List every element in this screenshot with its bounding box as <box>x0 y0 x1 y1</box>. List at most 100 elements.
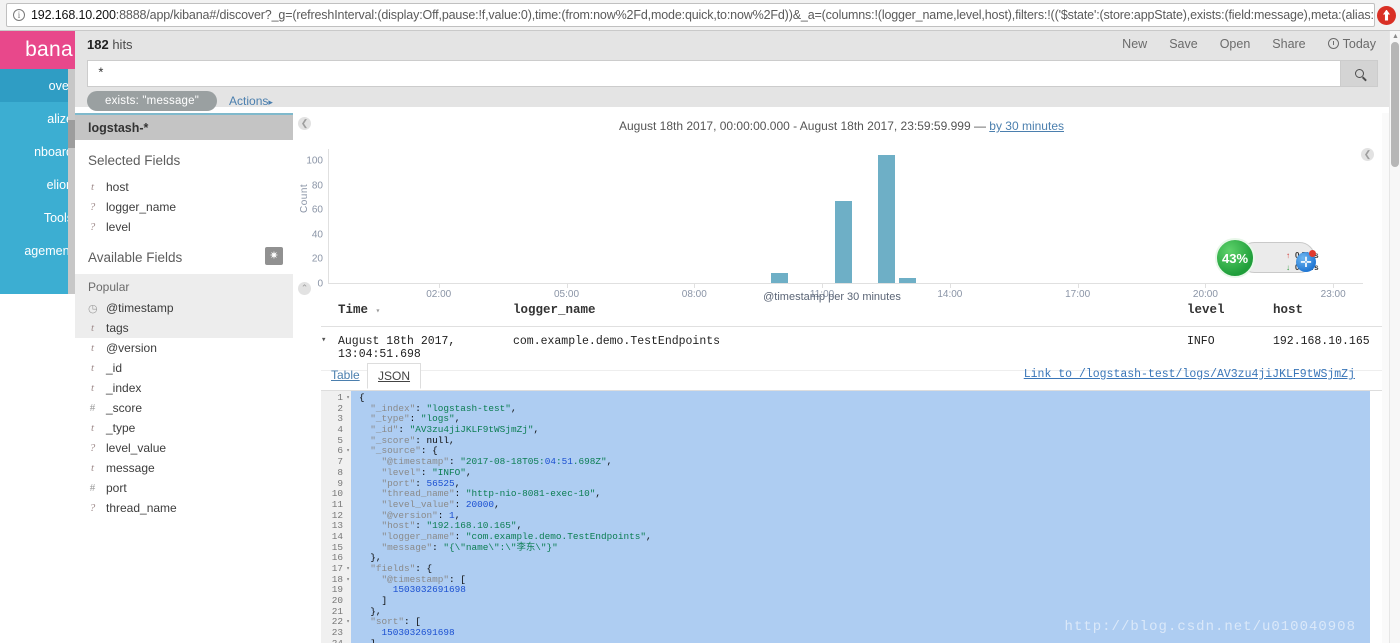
nav-scroll-track[interactable] <box>68 69 75 294</box>
filter-pill-exists-message[interactable]: exists: "message" <box>87 91 218 111</box>
json-viewer[interactable]: 1 ▾{2 "_index": "logstash-test", 3 "_type"… <box>321 391 1370 643</box>
hits-count: 182 <box>87 37 109 52</box>
json-line-number: 11 <box>331 498 343 510</box>
network-speed-widget[interactable]: ↑ 0.5K/s ↓ 0.2K/s ✛ 43% <box>1215 238 1319 278</box>
field-port[interactable]: # port <box>75 478 293 498</box>
site-info-icon[interactable]: i <box>13 9 25 21</box>
tab-json[interactable]: JSON <box>367 363 422 389</box>
field-id[interactable]: t _id <box>75 358 293 378</box>
results-table: Time ▾ logger_name level host ▾ August 1… <box>321 303 1385 371</box>
window-scroll-thumb[interactable] <box>1391 42 1399 167</box>
address-bar[interactable]: i 192.168.10.200:8888/app/kibana#/discov… <box>6 3 1375 27</box>
cpu-usage-ball[interactable]: 43% <box>1215 238 1255 278</box>
query-bar: * <box>87 60 1378 87</box>
field-tags[interactable]: t tags <box>75 318 293 338</box>
sidebar-item-dashboard[interactable]: nboard <box>0 135 75 168</box>
field-score[interactable]: # _score <box>75 398 293 418</box>
row-expand-toggle[interactable]: ▾ <box>321 335 338 361</box>
column-label: host <box>1273 303 1304 317</box>
url-host: 192.168.10.200 <box>31 8 116 22</box>
search-input[interactable]: * <box>87 60 1340 87</box>
chart-plot-area[interactable]: 0 20 40 60 80 100 02:00 05:00 08:00 11:00 14:00 17:… <box>306 149 1363 300</box>
query-zone: * exists: "message" Actions▸ <box>75 58 1390 111</box>
field-label: level_value <box>106 441 167 455</box>
field-host[interactable]: t host <box>75 177 293 197</box>
json-line-code: ] <box>351 638 376 643</box>
popular-label: Popular <box>88 280 130 294</box>
new-button[interactable]: New <box>1122 37 1147 51</box>
string-type-icon: t <box>90 181 95 193</box>
hits-counter: 182 hits <box>87 37 133 52</box>
field-label: @timestamp <box>106 301 174 315</box>
field-label: tags <box>106 321 129 335</box>
doc-permalink[interactable]: Link to /logstash-test/logs/AV3zu4jiJKLF… <box>1024 368 1355 381</box>
sidebar-item-label: agement <box>24 243 73 258</box>
histogram-bar[interactable] <box>877 155 895 283</box>
chart-interval-link[interactable]: by 30 minutes <box>989 119 1064 133</box>
histogram-bar[interactable] <box>899 278 917 283</box>
chart-range-text: August 18th 2017, 00:00:00.000 - August … <box>618 119 990 133</box>
scroll-up-icon[interactable]: ▲ <box>1391 32 1400 41</box>
unknown-type-icon: ? <box>89 502 96 514</box>
field-label: port <box>106 481 127 495</box>
content-scroll-track[interactable] <box>1382 113 1389 643</box>
field-label: level <box>106 220 131 234</box>
field-timestamp[interactable]: ◷ @timestamp <box>75 298 293 318</box>
browser-toolbar: i 192.168.10.200:8888/app/kibana#/discov… <box>0 0 1400 31</box>
gear-icon[interactable]: ✷ <box>265 247 283 265</box>
field-type[interactable]: t _type <box>75 418 293 438</box>
chart-x-axis-label: @timestamp per 30 minutes <box>763 291 901 303</box>
collapse-left-icon[interactable]: ❮ <box>298 117 311 130</box>
histogram-bar[interactable] <box>835 200 853 283</box>
cell-logger-name: com.example.demo.TestEndpoints <box>513 335 721 348</box>
field-logger-name[interactable]: ? logger_name <box>75 197 293 217</box>
field-level[interactable]: ? level <box>75 217 293 237</box>
filter-actions-label: Actions <box>229 94 269 108</box>
string-type-icon: t <box>90 422 95 434</box>
x-axis-tickmark <box>1333 284 1335 288</box>
extension-icon[interactable] <box>1377 5 1396 25</box>
sidebar-item-visualize[interactable]: alize <box>0 102 75 135</box>
tab-table[interactable]: Table <box>321 363 370 387</box>
field-label: logger_name <box>106 200 177 214</box>
index-pattern-label: logstash-* <box>88 120 149 135</box>
field-message[interactable]: t message <box>75 458 293 478</box>
json-line-number: 8 <box>337 466 343 478</box>
share-button[interactable]: Share <box>1272 37 1305 51</box>
field-level-value[interactable]: ? level_value <box>75 438 293 458</box>
field-version[interactable]: t @version <box>75 338 293 358</box>
index-pattern-selector[interactable]: logstash-* <box>75 113 293 140</box>
sidebar-item-dev-tools[interactable]: Tools <box>0 201 75 234</box>
filter-actions-button[interactable]: Actions▸ <box>229 94 273 108</box>
sidebar-item-timelion[interactable]: elion <box>0 168 75 201</box>
search-button[interactable] <box>1340 60 1378 87</box>
json-line: 11 "level_value": 20000, <box>321 498 1370 511</box>
sidebar-item-management[interactable]: agement <box>0 234 75 267</box>
available-fields-list: t @version t _id t _index # _score t _type ? l… <box>75 338 293 518</box>
open-button[interactable]: Open <box>1220 37 1251 51</box>
filter-bar: exists: "message" Actions▸ <box>87 91 273 111</box>
nav-scroll-thumb[interactable] <box>68 120 75 148</box>
field-thread-name[interactable]: ? thread_name <box>75 498 293 518</box>
column-header-logger-name[interactable]: logger_name <box>513 303 1187 317</box>
notification-dot <box>1309 250 1316 257</box>
time-picker-button[interactable]: Today <box>1327 37 1376 51</box>
column-header-host[interactable]: host <box>1273 303 1385 317</box>
column-header-level[interactable]: level <box>1187 303 1273 317</box>
unknown-type-icon: ? <box>89 221 96 233</box>
save-button[interactable]: Save <box>1169 37 1198 51</box>
sidebar-item-discover[interactable]: over <box>0 69 75 102</box>
x-axis-tickmark <box>566 284 568 288</box>
field-label: host <box>106 180 129 194</box>
field-index[interactable]: t _index <box>75 378 293 398</box>
histogram-bar[interactable] <box>771 273 789 283</box>
kibana-logo-text: bana <box>25 38 73 61</box>
json-line: 7 "@timestamp": "2017-08-18T05:04:51.698… <box>321 456 1370 468</box>
selected-fields-label: Selected Fields <box>88 153 181 168</box>
window-scrollbar[interactable]: ▲ <box>1389 31 1400 643</box>
time-picker-label: Today <box>1342 37 1376 51</box>
column-header-time[interactable]: Time ▾ <box>338 303 513 317</box>
json-line: 24 ] <box>321 638 1370 643</box>
hits-label: hits <box>112 37 133 52</box>
chevron-right-icon: ▸ <box>268 97 273 107</box>
